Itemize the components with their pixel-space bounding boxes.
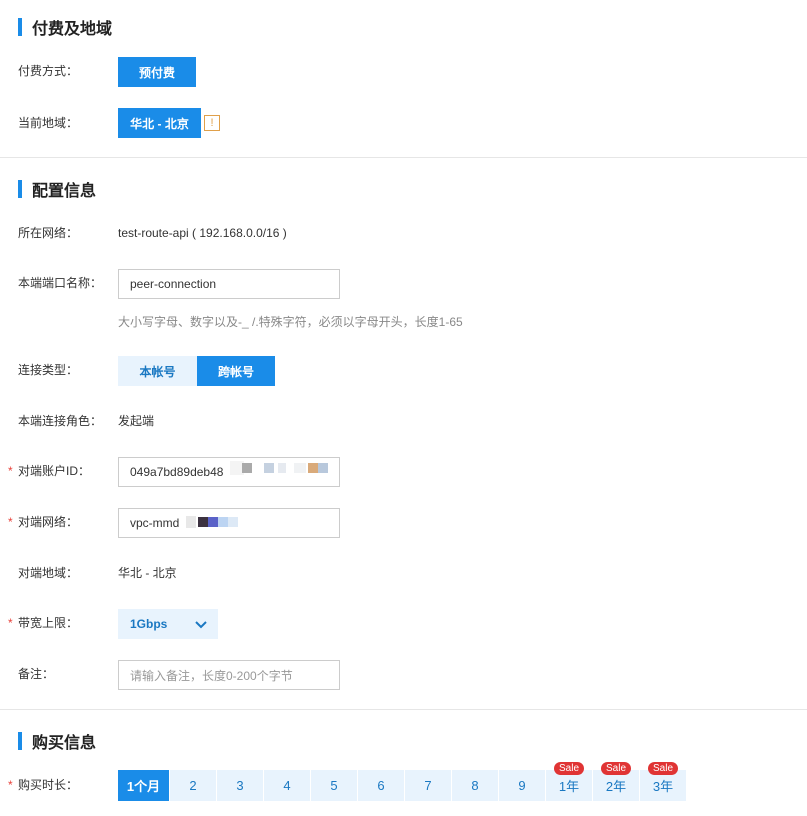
conn-type-cross-account[interactable]: 跨帐号	[197, 356, 275, 386]
port-name-input[interactable]: peer-connection	[118, 269, 340, 299]
peer-network-value: vpc-mmd	[130, 516, 180, 530]
required-mark: *	[8, 616, 13, 630]
port-name-hint: 大小写字母、数字以及-_ /.特殊字符，必须以字母开头，长度1-65	[118, 315, 463, 329]
peer-network-label: * 对端网络：	[8, 515, 79, 529]
duration-option[interactable]: 8	[452, 770, 499, 801]
region-label: 当前地域：	[18, 116, 79, 130]
duration-option[interactable]: Sale 1年	[546, 762, 593, 801]
duration-option[interactable]: Sale 3年	[640, 762, 687, 801]
section-title-config: 配置信息	[18, 180, 97, 200]
info-icon[interactable]: !	[204, 115, 220, 131]
duration-option[interactable]: 6	[358, 770, 405, 801]
section-title-text: 购买信息	[32, 735, 97, 752]
duration-option[interactable]: 9	[499, 770, 546, 801]
sale-badge: Sale	[647, 762, 679, 775]
section-divider	[0, 709, 807, 710]
remark-label: 备注：	[18, 667, 55, 681]
section-accent-bar	[18, 732, 22, 750]
bandwidth-value: 1Gbps	[130, 617, 168, 631]
conn-type-label: 连接类型：	[18, 363, 79, 377]
conn-type-same-account[interactable]: 本帐号	[118, 356, 197, 386]
port-name-label: 本端端口名称：	[18, 276, 103, 290]
required-mark: *	[8, 778, 13, 792]
duration-option[interactable]: 5	[311, 770, 358, 801]
redacted-blur	[230, 461, 340, 475]
duration-option[interactable]: 4	[264, 770, 311, 801]
section-accent-bar	[18, 180, 22, 198]
sale-badge: Sale	[600, 762, 632, 775]
duration-option[interactable]: 3	[217, 770, 264, 801]
conn-type-segmented: 本帐号 跨帐号	[118, 356, 275, 386]
duration-selector: 1个月 2 3 4 5 6 7 8 9 Sale 1年 Sale 2年 Sale 3年	[118, 762, 687, 801]
role-value: 发起端	[118, 414, 155, 428]
duration-option[interactable]: 7	[405, 770, 452, 801]
section-accent-bar	[18, 18, 22, 36]
redacted-blur	[186, 516, 246, 528]
peer-region-value: 华北 - 北京	[118, 566, 177, 580]
section-title-text: 配置信息	[32, 183, 97, 200]
required-mark: *	[8, 464, 13, 478]
required-mark: *	[8, 515, 13, 529]
duration-option[interactable]: 1个月	[118, 770, 170, 801]
remark-input[interactable]: 请输入备注，长度0-200个字节	[118, 660, 340, 690]
network-value: test-route-api ( 192.168.0.0/16 )	[118, 226, 287, 240]
pay-method-prepaid-button[interactable]: 预付费	[118, 57, 196, 87]
bandwidth-select[interactable]: 1Gbps	[118, 609, 218, 639]
peer-account-value: 049a7bd89deb48	[130, 465, 224, 479]
section-title-text: 付费及地域	[32, 21, 113, 38]
duration-label: * 购买时长：	[8, 778, 79, 792]
duration-option[interactable]: 2	[170, 770, 217, 801]
network-label: 所在网络：	[18, 226, 79, 240]
role-label: 本端连接角色：	[18, 414, 103, 428]
region-button[interactable]: 华北 - 北京	[118, 108, 201, 138]
chevron-down-icon	[195, 621, 207, 629]
section-title-purchase: 购买信息	[18, 732, 97, 752]
pay-method-label: 付费方式：	[18, 64, 79, 78]
section-divider	[0, 157, 807, 158]
peer-region-label: 对端地域：	[18, 566, 79, 580]
peer-account-label: * 对端账户ID：	[8, 464, 91, 478]
duration-option[interactable]: Sale 2年	[593, 762, 640, 801]
bandwidth-label: * 带宽上限：	[8, 616, 79, 630]
sale-badge: Sale	[553, 762, 585, 775]
section-title-payment: 付费及地域	[18, 18, 113, 38]
